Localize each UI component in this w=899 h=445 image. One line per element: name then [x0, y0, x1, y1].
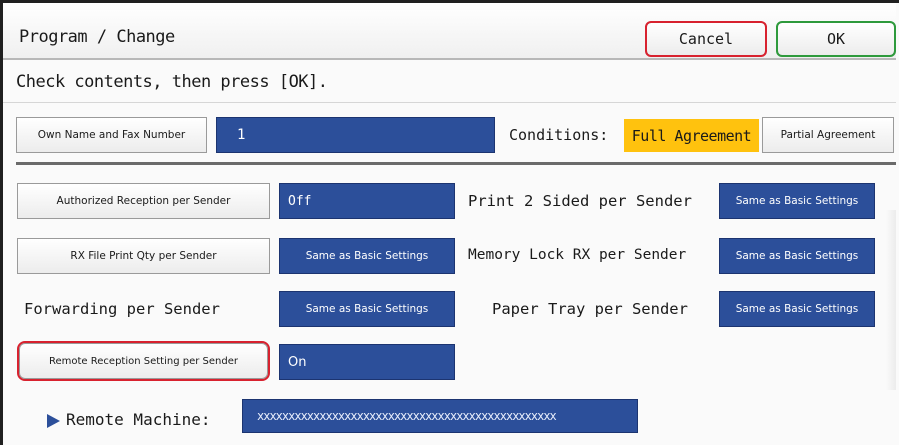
highlight-outline — [17, 341, 270, 381]
print-2-sided-value[interactable]: Same as Basic Settings — [719, 183, 875, 219]
forwarding-value[interactable]: Same as Basic Settings — [279, 291, 455, 327]
paper-tray-label[interactable]: Paper Tray per Sender — [492, 300, 688, 318]
authorized-reception-value[interactable]: Off — [279, 183, 455, 219]
paper-tray-value[interactable]: Same as Basic Settings — [719, 291, 875, 327]
remote-machine-label: Remote Machine: — [47, 410, 211, 429]
rx-file-print-qty-button[interactable]: RX File Print Qty per Sender — [17, 238, 270, 274]
remote-reception-value[interactable]: On — [279, 344, 455, 380]
triangle-right-icon — [47, 413, 60, 428]
own-name-fax-field[interactable]: 1 — [216, 117, 495, 153]
print-2-sided-label[interactable]: Print 2 Sided per Sender — [468, 192, 692, 210]
authorized-reception-button[interactable]: Authorized Reception per Sender — [17, 183, 270, 219]
instruction-message: Check contents, then press [OK]. — [16, 72, 328, 92]
full-agreement-option[interactable]: Full Agreement — [624, 119, 759, 152]
remote-machine-label-text: Remote Machine: — [66, 410, 211, 429]
partial-agreement-option[interactable]: Partial Agreement — [762, 117, 894, 153]
section-divider — [16, 162, 896, 165]
scroll-edge — [886, 210, 896, 390]
rx-file-print-qty-value[interactable]: Same as Basic Settings — [279, 238, 455, 274]
memory-lock-rx-value[interactable]: Same as Basic Settings — [719, 238, 875, 274]
remote-machine-field[interactable]: xxxxxxxxxxxxxxxxxxxxxxxxxxxxxxxxxxxxxxxx… — [242, 399, 638, 433]
cancel-button[interactable]: Cancel — [645, 21, 767, 57]
own-name-fax-button[interactable]: Own Name and Fax Number — [16, 117, 207, 153]
divider — [3, 102, 896, 103]
page-title: Program / Change — [19, 27, 175, 47]
ok-button[interactable]: OK — [776, 21, 896, 57]
memory-lock-rx-label[interactable]: Memory Lock RX per Sender — [468, 247, 686, 263]
conditions-label: Conditions: — [509, 126, 609, 144]
forwarding-label[interactable]: Forwarding per Sender — [24, 300, 220, 318]
